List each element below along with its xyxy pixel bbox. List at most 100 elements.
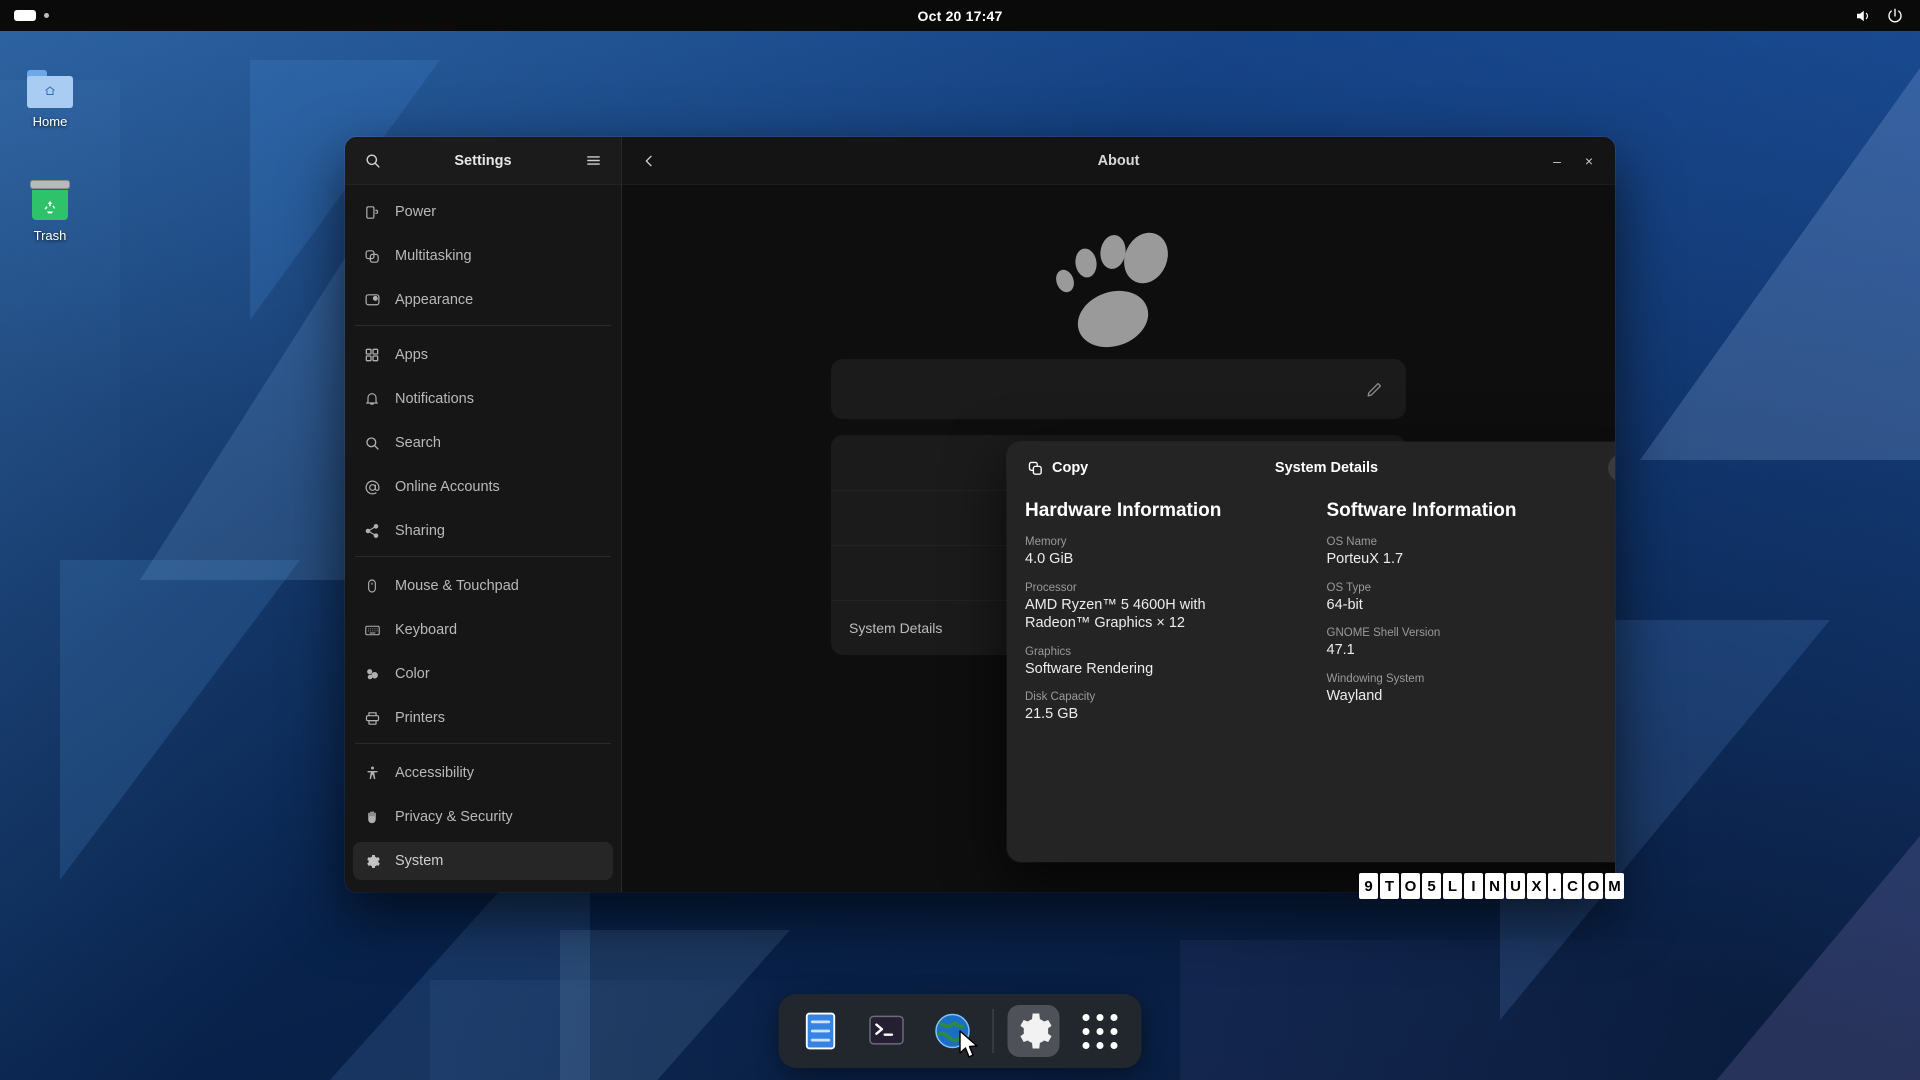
sidebar-item-label: Online Accounts [395, 479, 500, 495]
field-value: AMD Ryzen™ 5 4600H with Radeon™ Graphics… [1025, 596, 1206, 632]
software-information-column: Software Information OS Name PorteuX 1.7… [1327, 500, 1616, 737]
field-key: OS Name [1326, 536, 1378, 548]
sidebar-item-printers[interactable]: Printers [353, 699, 613, 737]
hardware-information-title: Hardware Information [1025, 500, 1222, 521]
minimize-button[interactable]: – [1543, 147, 1571, 175]
dock-item-show-applications[interactable] [1074, 1005, 1126, 1057]
desktop-icon-label: Trash [33, 228, 67, 243]
field-value: Software Rendering [1025, 660, 1154, 677]
sidebar-item-label: Notifications [395, 391, 474, 407]
watermark-letter: L [1443, 873, 1462, 899]
field-key: GNOME Shell Version [1326, 627, 1441, 640]
sidebar-item-label: Appearance [395, 292, 474, 308]
watermark-letter: 9 [1359, 873, 1378, 899]
sidebar-item-label: System [395, 853, 444, 869]
search-icon[interactable] [359, 148, 385, 174]
dock-item-settings[interactable] [1007, 1005, 1060, 1057]
sidebar-item-color[interactable]: Color [353, 655, 613, 693]
dialog-close-button[interactable]: × [1608, 454, 1615, 482]
sidebar-item-sharing[interactable]: Sharing [353, 512, 613, 550]
hardware-information-column: Hardware Information Memory 4.0 GiB Proc… [1025, 500, 1327, 737]
dock-item-files[interactable] [795, 1005, 847, 1057]
apps-grid-icon [363, 346, 381, 364]
at-sign-icon [363, 478, 381, 496]
system-details-dialog: Copy System Details × Hardware Informati… [1007, 442, 1615, 862]
sidebar-title: Settings [454, 152, 512, 169]
topbar-status-area[interactable] [1854, 7, 1920, 25]
field-value: 4.0 GiB [1025, 551, 1074, 567]
hamburger-menu-icon[interactable] [581, 148, 607, 174]
printer-icon [363, 709, 381, 727]
sidebar-divider [355, 556, 611, 557]
dock-item-terminal[interactable] [861, 1005, 913, 1057]
sidebar-item-label: Apps [395, 347, 429, 363]
watermark-letter: M [1605, 873, 1624, 899]
field-gnome-shell-version: GNOME Shell Version 47.1 [1327, 627, 1615, 660]
sidebar-item-privacy-security[interactable]: Privacy & Security [353, 798, 613, 836]
watermark-letter: O [1584, 873, 1603, 899]
sidebar-item-power[interactable]: Power [353, 193, 613, 231]
sidebar-item-keyboard[interactable]: Keyboard [353, 611, 613, 649]
sidebar-item-online-accounts[interactable]: Online Accounts [353, 468, 613, 506]
sidebar-item-notifications[interactable]: Notifications [353, 380, 613, 418]
sidebar-item-label: Power [395, 204, 437, 220]
activity-dot-icon[interactable] [44, 13, 49, 18]
sidebar-item-label: Mouse & Touchpad [395, 578, 519, 594]
watermark-letter: O [1401, 873, 1420, 899]
sidebar-item-apps[interactable]: Apps [353, 336, 613, 374]
sidebar-item-label: Printers [395, 710, 445, 726]
watermark-letter: T [1380, 873, 1399, 899]
close-button[interactable]: × [1575, 147, 1603, 175]
copy-button[interactable]: Copy [1017, 451, 1098, 485]
desktop-icon-home[interactable]: Home [4, 70, 96, 129]
field-key: OS Type [1326, 581, 1372, 594]
copy-button-label: Copy [1052, 460, 1089, 476]
sidebar-header: Settings [345, 137, 621, 185]
power-icon[interactable] [1886, 7, 1904, 25]
volume-icon[interactable] [1854, 7, 1872, 25]
sidebar-item-system[interactable]: System [353, 842, 613, 880]
sidebar-item-mouse-touchpad[interactable]: Mouse & Touchpad [353, 567, 613, 605]
app-grid-icon [1082, 1013, 1117, 1049]
sidebar-item-multitasking[interactable]: Multitasking [353, 237, 613, 275]
field-disk-capacity: Disk Capacity 21.5 GB [1025, 691, 1313, 724]
field-processor: Processor AMD Ryzen™ 5 4600H with Radeon… [1025, 582, 1313, 633]
wallpaper-shape [1640, 40, 1920, 460]
desktop-icon-trash[interactable]: Trash [4, 180, 96, 243]
gear-icon [1020, 1013, 1052, 1049]
device-name-card[interactable] [831, 359, 1406, 419]
bell-icon [363, 390, 381, 408]
sidebar-item-label: Sharing [395, 523, 445, 539]
power-plug-icon [363, 203, 381, 221]
color-icon [363, 665, 381, 683]
window-controls: – × [1543, 147, 1603, 175]
dialog-body: Hardware Information Memory 4.0 GiB Proc… [1007, 494, 1615, 737]
mouse-cursor [959, 1030, 978, 1058]
field-key: Processor [1025, 581, 1077, 594]
watermark-letter: C [1563, 873, 1582, 899]
sidebar-item-label: Search [395, 435, 441, 451]
keyboard-icon [363, 621, 381, 639]
watermark-letter: U [1506, 873, 1525, 899]
appearance-icon [363, 291, 381, 309]
field-graphics: Graphics Software Rendering [1025, 646, 1313, 679]
window-indicator-icon[interactable] [14, 10, 36, 21]
pencil-edit-icon[interactable] [1365, 380, 1384, 399]
clock[interactable]: Oct 20 17:47 [918, 8, 1003, 24]
page-title: About [1097, 152, 1140, 169]
sidebar-item-accessibility[interactable]: Accessibility [353, 754, 613, 792]
sidebar-item-label: Keyboard [395, 622, 458, 638]
watermark-letter: N [1485, 873, 1504, 899]
terminal-icon [869, 1015, 904, 1045]
sidebar-item-appearance[interactable]: Appearance [353, 281, 613, 319]
desktop-icon-label: Home [32, 114, 68, 129]
share-icon [363, 522, 381, 540]
hand-shield-icon [363, 808, 381, 826]
topbar-left-indicators[interactable] [0, 10, 49, 21]
watermark-letter: X [1527, 873, 1546, 899]
back-button[interactable] [634, 146, 664, 176]
sidebar-item-label: Privacy & Security [395, 809, 513, 825]
sidebar-item-search[interactable]: Search [353, 424, 613, 462]
sidebar-divider [355, 325, 611, 326]
gear-icon [363, 852, 381, 870]
